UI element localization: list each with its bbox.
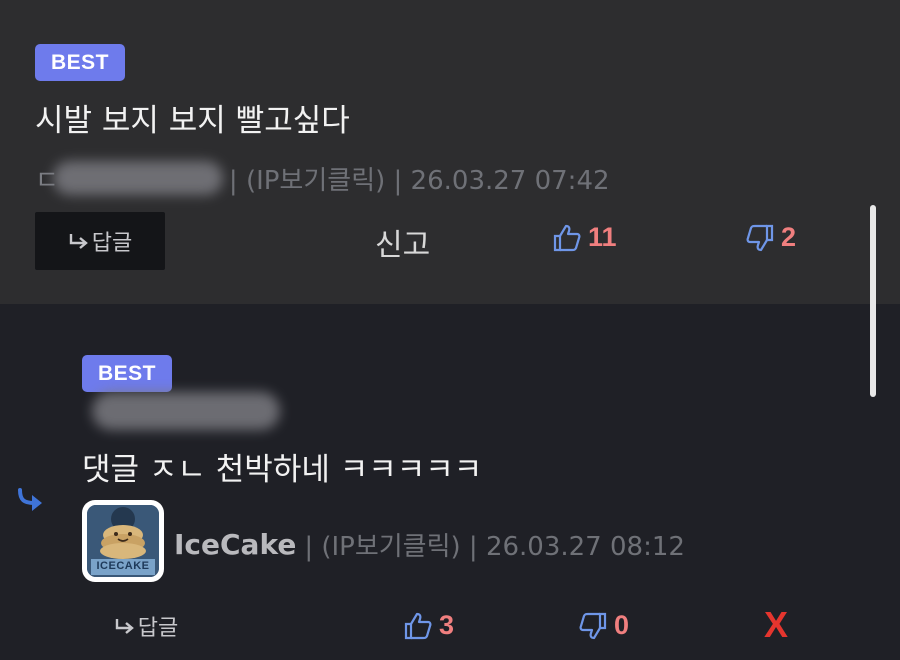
avatar[interactable]: ICECAKE bbox=[82, 500, 164, 582]
meta-info: | (IP보기클릭) | 26.03.27 07:42 bbox=[228, 165, 610, 196]
thumbs-down-icon bbox=[746, 224, 774, 251]
best-comment: BEST 시발 보지 보지 빨고싶다 ㄷ | (IP보기클릭) | 26.03.… bbox=[0, 0, 900, 304]
author-name-redacted bbox=[52, 161, 223, 195]
reply-arrow-icon bbox=[69, 234, 88, 249]
delete-button[interactable]: X bbox=[764, 604, 788, 646]
best-badge: BEST bbox=[35, 44, 126, 81]
dislike-button[interactable]: 2 bbox=[745, 222, 796, 253]
comment-text: 시발 보지 보지 빨고싶다 bbox=[35, 103, 350, 139]
reply-label: 답글 bbox=[137, 616, 179, 641]
avatar-caption: ICECAKE bbox=[96, 560, 150, 572]
meta-info: | (IP보기클릭) | 26.03.27 08:12 bbox=[304, 531, 685, 562]
author-name[interactable]: IceCake bbox=[174, 528, 296, 561]
reply-arrow-icon bbox=[115, 619, 134, 634]
scrollbar[interactable] bbox=[870, 205, 876, 397]
redacted-mention bbox=[92, 392, 280, 430]
reply-label: 답글 bbox=[91, 231, 133, 256]
thumbs-down-icon bbox=[579, 612, 607, 639]
thumbs-up-icon bbox=[404, 612, 432, 639]
thumbs-up-icon bbox=[553, 224, 581, 251]
dislike-count: 2 bbox=[781, 222, 797, 252]
like-button[interactable]: 11 bbox=[552, 222, 617, 253]
like-button[interactable]: 3 bbox=[403, 610, 454, 641]
reply-button[interactable]: 답글 bbox=[110, 600, 182, 652]
comment-meta: IceCake | (IP보기클릭) | 26.03.27 08:12 bbox=[174, 526, 685, 562]
reply-button[interactable]: 답글 bbox=[35, 212, 165, 270]
like-count: 11 bbox=[588, 222, 617, 252]
comment-meta: ㄷ | (IP보기클릭) | 26.03.27 07:42 bbox=[35, 160, 610, 196]
comment-text: 댓글 ㅈㄴ 천박하네 ㅋㅋㅋㅋㅋ bbox=[82, 452, 483, 488]
dislike-count: 0 bbox=[614, 610, 630, 640]
reply-indicator-icon bbox=[18, 488, 42, 511]
dislike-button[interactable]: 0 bbox=[578, 610, 629, 641]
like-count: 3 bbox=[439, 610, 455, 640]
report-button[interactable]: 신고 bbox=[375, 220, 430, 264]
best-badge: BEST bbox=[82, 355, 173, 392]
